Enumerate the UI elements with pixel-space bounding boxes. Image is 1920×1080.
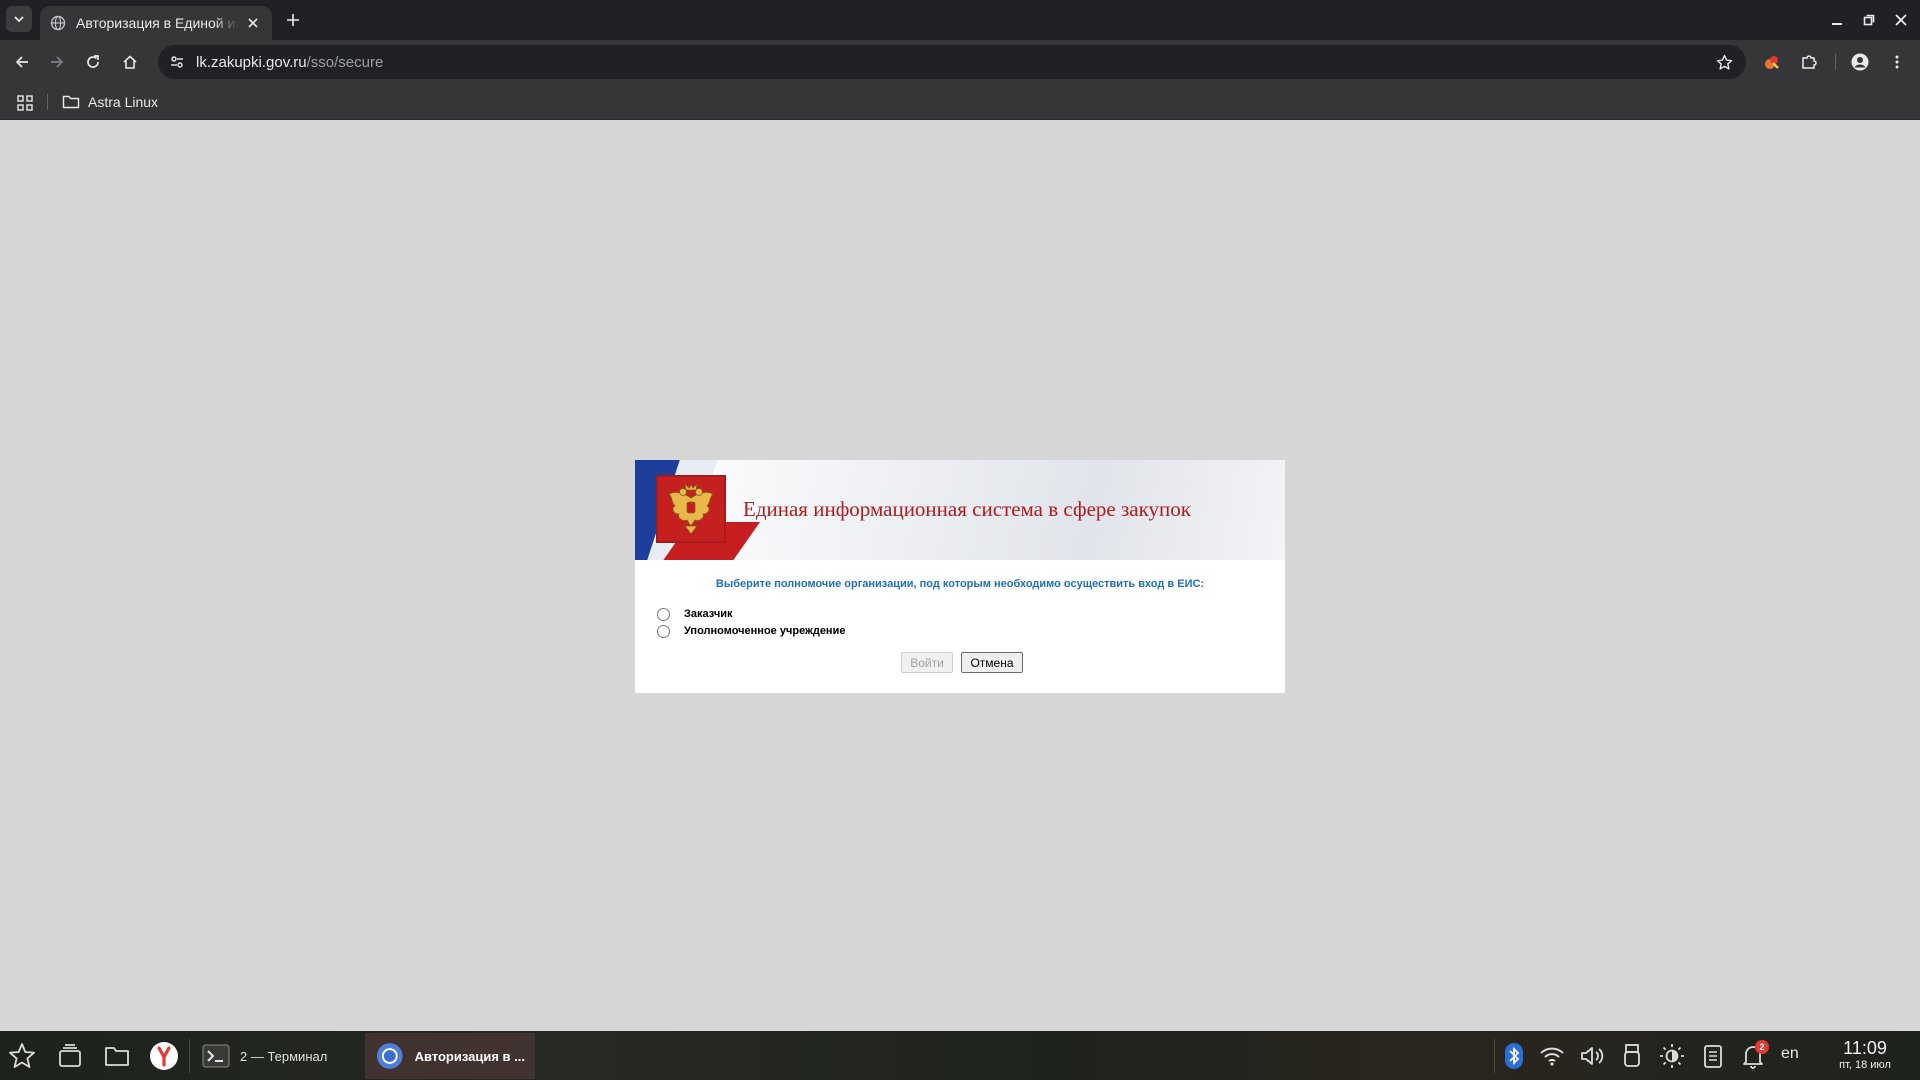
bookmarks-separator bbox=[47, 94, 48, 110]
page-viewport: Единая информационная система в сфере за… bbox=[0, 121, 1920, 1031]
windows-stack-icon bbox=[59, 1044, 81, 1067]
double-headed-eagle-icon bbox=[668, 482, 714, 535]
forward-button[interactable] bbox=[44, 49, 70, 75]
yandex-browser-button[interactable] bbox=[147, 1039, 181, 1073]
bluetooth-icon bbox=[1505, 1043, 1523, 1069]
task-browser-label: Авторизация в ... bbox=[414, 1048, 525, 1064]
usb-device-button[interactable] bbox=[1618, 1042, 1646, 1070]
apps-grid-icon bbox=[17, 95, 33, 111]
task-terminal[interactable]: 2 — Терминал bbox=[192, 1033, 362, 1079]
brightness-button[interactable] bbox=[1658, 1042, 1686, 1070]
tray-divider bbox=[1494, 1039, 1495, 1073]
minimize-button[interactable] bbox=[1826, 9, 1848, 31]
wifi-icon bbox=[1540, 1047, 1564, 1066]
task-browser-active[interactable]: Авторизация в ... bbox=[365, 1033, 535, 1079]
profile-icon bbox=[1851, 53, 1869, 71]
browser-menu-button[interactable] bbox=[1884, 49, 1910, 75]
minimize-icon bbox=[1832, 23, 1842, 25]
tab-close-button[interactable] bbox=[244, 14, 262, 32]
clipboard-button[interactable] bbox=[1699, 1042, 1727, 1070]
home-button[interactable] bbox=[117, 49, 143, 75]
apps-button[interactable] bbox=[14, 92, 36, 114]
address-bar[interactable]: lk.zakupki.gov.ru/sso/secure bbox=[158, 45, 1746, 79]
home-icon bbox=[123, 55, 137, 69]
extension-colorful-icon bbox=[1765, 56, 1779, 69]
globe-icon bbox=[50, 15, 66, 31]
url-host: lk.zakupki.gov.ru bbox=[196, 53, 307, 71]
folder-icon bbox=[62, 95, 80, 109]
volume-button[interactable] bbox=[1578, 1042, 1606, 1070]
star-icon bbox=[9, 1043, 35, 1068]
option-authorized-institution-label[interactable]: Уполномоченное учреждение bbox=[684, 625, 845, 637]
folder-icon bbox=[105, 1047, 129, 1066]
bookmark-label: Astra Linux bbox=[88, 94, 159, 110]
notifications-button[interactable]: 2 bbox=[1739, 1040, 1769, 1070]
chevron-down-icon bbox=[14, 16, 24, 23]
toolbar-separator bbox=[1835, 54, 1836, 70]
option-customer[interactable]: Заказчик bbox=[657, 606, 732, 622]
puzzle-icon bbox=[1802, 55, 1817, 69]
task-terminal-label: 2 — Терминал bbox=[240, 1048, 328, 1064]
bookmarks-bar: Astra Linux bbox=[0, 84, 1920, 120]
yandex-browser-icon bbox=[150, 1042, 178, 1070]
close-icon bbox=[1895, 14, 1907, 26]
usb-drive-icon bbox=[1624, 1044, 1640, 1067]
radio-customer[interactable] bbox=[657, 607, 670, 621]
cancel-button[interactable]: Отмена bbox=[961, 652, 1023, 673]
banner-title: Единая информационная система в сфере за… bbox=[743, 497, 1191, 521]
desktops-button[interactable] bbox=[53, 1039, 87, 1073]
clock-time: 11:09 bbox=[1843, 1038, 1887, 1058]
close-window-button[interactable] bbox=[1890, 9, 1912, 31]
tab-search-button[interactable] bbox=[6, 6, 32, 32]
clock[interactable]: 11:09 пт, 18 июл bbox=[1820, 1038, 1910, 1071]
bluetooth-button[interactable] bbox=[1500, 1042, 1528, 1070]
browser-toolbar: lk.zakupki.gov.ru/sso/secure bbox=[0, 40, 1920, 84]
coat-of-arms-emblem bbox=[656, 475, 726, 543]
close-icon bbox=[248, 18, 258, 28]
arrow-left-icon bbox=[15, 56, 28, 68]
back-button[interactable] bbox=[9, 49, 35, 75]
role-prompt: Выберите полномочие организации, под кот… bbox=[715, 578, 1205, 590]
start-menu-button[interactable] bbox=[5, 1039, 39, 1073]
taskbar-divider bbox=[189, 1039, 190, 1073]
volume-icon bbox=[1581, 1047, 1604, 1065]
extension-button[interactable] bbox=[1759, 49, 1785, 75]
wifi-button[interactable] bbox=[1538, 1042, 1566, 1070]
star-icon bbox=[1716, 54, 1732, 70]
url-path: /sso/secure bbox=[306, 53, 384, 71]
reload-button[interactable] bbox=[80, 49, 106, 75]
bookmark-star-button[interactable] bbox=[1712, 50, 1736, 74]
keyboard-layout-indicator[interactable]: en bbox=[1781, 1045, 1799, 1063]
option-customer-label[interactable]: Заказчик bbox=[684, 608, 732, 620]
profile-button[interactable] bbox=[1847, 49, 1873, 75]
restore-button[interactable] bbox=[1858, 9, 1880, 31]
taskbar: 2 — Терминал Авторизация в ... 2 en 11:0… bbox=[0, 1031, 1920, 1080]
site-info-button[interactable] bbox=[160, 45, 194, 79]
new-tab-button[interactable] bbox=[282, 9, 304, 31]
terminal-icon bbox=[202, 1044, 230, 1068]
plus-icon bbox=[287, 14, 299, 26]
notifications-badge: 2 bbox=[1755, 1040, 1769, 1054]
radio-authorized-institution[interactable] bbox=[657, 624, 670, 638]
tune-icon bbox=[171, 56, 183, 68]
clipboard-icon bbox=[1704, 1045, 1722, 1068]
arrow-right-icon bbox=[51, 56, 64, 68]
file-manager-button[interactable] bbox=[100, 1039, 134, 1073]
role-selection-dialog: Единая информационная система в сфере за… bbox=[635, 460, 1285, 693]
bookmark-folder-astra[interactable]: Astra Linux bbox=[62, 90, 158, 114]
option-authorized-institution[interactable]: Уполномоченное учреждение bbox=[657, 623, 845, 639]
eis-banner: Единая информационная система в сфере за… bbox=[635, 460, 1285, 560]
tab-active[interactable]: Авторизация в Единой информационной сист… bbox=[40, 6, 272, 40]
restore-icon bbox=[1863, 14, 1875, 26]
clock-date: пт, 18 июл bbox=[1839, 1059, 1891, 1071]
chromium-icon bbox=[376, 1043, 403, 1069]
reload-icon bbox=[87, 55, 99, 68]
tab-title: Авторизация в Единой информационной сист… bbox=[76, 15, 238, 31]
login-button[interactable]: Войти bbox=[901, 652, 953, 673]
extensions-button[interactable] bbox=[1796, 49, 1822, 75]
more-vertical-icon bbox=[1895, 55, 1899, 69]
url-text[interactable]: lk.zakupki.gov.ru/sso/secure bbox=[196, 54, 383, 71]
brightness-icon bbox=[1660, 1044, 1684, 1068]
tab-strip: Авторизация в Единой информационной сист… bbox=[0, 0, 1920, 40]
